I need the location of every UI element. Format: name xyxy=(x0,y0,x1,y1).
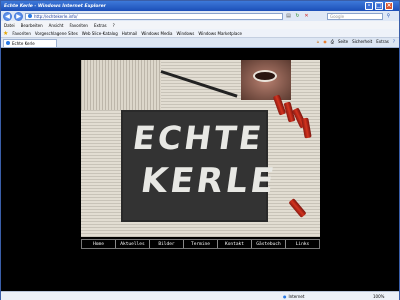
fav-item-hotmail[interactable]: Hotmail xyxy=(122,31,138,36)
command-bar: ⌂ ◉ ⎙ Seite Sicherheit Extras ? xyxy=(317,39,395,44)
nav-kontakt[interactable]: Kontakt xyxy=(218,240,252,248)
url-text: http://echtekerle.info/ xyxy=(34,13,78,19)
chalkboard: ECHTE KERLE xyxy=(121,110,279,222)
search-icon[interactable]: ⚲ xyxy=(385,13,392,20)
stop-icon[interactable]: ✕ xyxy=(303,13,310,20)
fav-item-suggested[interactable]: Vorgeschlagene Sites xyxy=(35,31,78,36)
fav-item-marketplace[interactable]: Windows Marketplace xyxy=(198,31,242,36)
favorites-button[interactable]: Favoriten xyxy=(12,31,31,36)
nav-links[interactable]: Links xyxy=(286,240,319,248)
menu-help[interactable]: ? xyxy=(113,23,115,28)
tab-bar: Echte Kerle ⌂ ◉ ⎙ Seite Sicherheit Extra… xyxy=(1,38,399,48)
header-photo: ECHTE KERLE xyxy=(81,60,320,237)
nav-gaestebuch[interactable]: Gästebuch xyxy=(252,240,286,248)
nav-termine[interactable]: Termine xyxy=(184,240,218,248)
logo-line-1: ECHTE xyxy=(130,119,267,157)
site-nav: Home Aktuelles Bilder Termine Kontakt Gä… xyxy=(81,239,320,249)
ie-page-icon xyxy=(28,14,32,18)
compatibility-icon[interactable]: ▤ xyxy=(285,13,292,20)
forward-icon[interactable]: ▶ xyxy=(14,11,23,21)
menu-ansicht[interactable]: Ansicht xyxy=(49,23,64,28)
zone-label: Internet xyxy=(288,293,305,299)
minimize-button[interactable]: - xyxy=(365,2,373,10)
menu-bar: Datei Bearbeiten Ansicht Favoriten Extra… xyxy=(1,21,399,29)
nav-home[interactable]: Home xyxy=(82,240,116,248)
address-row: ◀ ▶ http://echtekerle.info/ ▤ ↻ ✕ Google… xyxy=(1,11,399,21)
refresh-icon[interactable]: ↻ xyxy=(294,13,301,20)
status-bar: ● Internet 100% xyxy=(1,291,399,300)
maximize-button[interactable]: □ xyxy=(375,2,383,10)
menu-datei[interactable]: Datei xyxy=(4,23,15,28)
page-content: ECHTE KERLE Home Aktuelles Bilder Termin… xyxy=(1,49,399,291)
browser-window: Echte Kerle - Windows Internet Explorer … xyxy=(0,0,400,300)
window-title: Echte Kerle - Windows Internet Explorer xyxy=(4,3,106,9)
help-icon[interactable]: ? xyxy=(393,39,395,44)
globe-icon: ● xyxy=(283,293,287,299)
newspaper-sheet xyxy=(81,60,161,110)
menu-bearbeiten[interactable]: Bearbeiten xyxy=(21,23,43,28)
nav-bilder[interactable]: Bilder xyxy=(150,240,184,248)
fav-item-media[interactable]: Windows Media xyxy=(141,31,172,36)
title-bar: Echte Kerle - Windows Internet Explorer … xyxy=(1,1,399,11)
tools-menu[interactable]: Extras xyxy=(376,39,389,44)
logo-line-2: KERLE xyxy=(138,161,280,201)
print-icon[interactable]: ⎙ xyxy=(331,39,334,44)
tab-echte-kerle[interactable]: Echte Kerle xyxy=(3,38,57,47)
fav-item-webslice[interactable]: Web Slice-Katalog xyxy=(82,31,118,36)
back-icon[interactable]: ◀ xyxy=(3,11,12,21)
tab-label: Echte Kerle xyxy=(12,40,35,46)
face-mouth xyxy=(253,70,277,82)
zoom-level[interactable]: 100% xyxy=(373,294,384,299)
feeds-icon[interactable]: ◉ xyxy=(323,39,327,44)
search-input[interactable]: Google xyxy=(327,12,383,20)
address-field[interactable]: http://echtekerle.info/ xyxy=(25,12,283,20)
fav-item-windows[interactable]: Windows xyxy=(177,31,195,36)
menu-favoriten[interactable]: Favoriten xyxy=(69,23,88,28)
favorites-bar: ★ Favoriten Vorgeschlagene Sites Web Sli… xyxy=(1,29,399,38)
favorites-star-icon[interactable]: ★ xyxy=(3,30,8,37)
safety-menu[interactable]: Sicherheit xyxy=(352,39,372,44)
menu-extras[interactable]: Extras xyxy=(94,23,107,28)
tab-page-icon xyxy=(6,41,10,45)
security-zone[interactable]: ● Internet xyxy=(283,294,304,299)
address-actions: ▤ ↻ ✕ xyxy=(285,13,310,20)
close-button[interactable]: × xyxy=(385,2,393,10)
home-icon[interactable]: ⌂ xyxy=(317,39,320,44)
page-menu[interactable]: Seite xyxy=(338,39,348,44)
nav-aktuelles[interactable]: Aktuelles xyxy=(116,240,150,248)
